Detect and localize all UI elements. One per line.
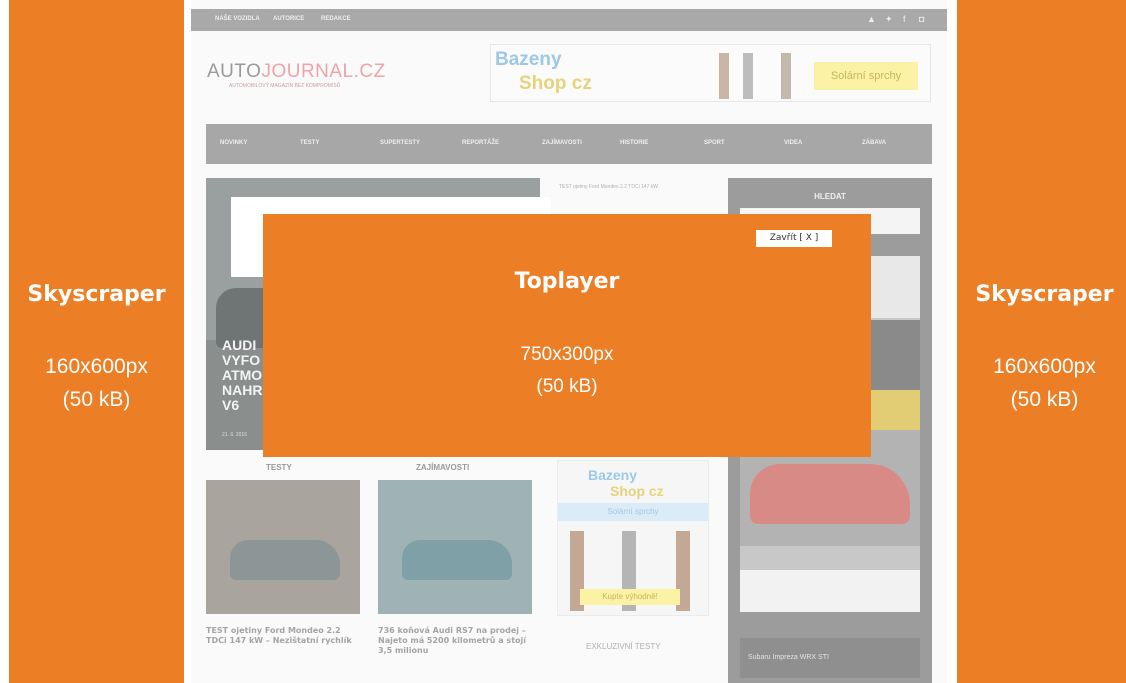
red-car-image — [750, 464, 910, 524]
left-skyscraper-title: Skyscraper — [27, 282, 166, 307]
nav-videa[interactable]: VIDEA — [784, 140, 802, 146]
left-skyscraper-size: 160x600px — [45, 355, 148, 378]
hero-meta: 21. 6. 2016 — [222, 432, 248, 438]
main-nav: NOVINKY TESTY SUPERTESTY REPORTÁŽE ZAJÍM… — [206, 124, 932, 164]
exclusive-tests-heading: EXKLUZIVNÍ TESTY — [586, 642, 661, 651]
car-image — [230, 540, 340, 580]
mid-banner-ad[interactable]: Bazeny Shop cz Solární sprchy Kupte výho… — [557, 460, 709, 616]
article-title-audi[interactable]: 736 koňová Audi RS7 na prodej – Najeto m… — [378, 626, 528, 656]
banner-brand-bottom: Shop cz — [519, 73, 592, 94]
toplayer-title: Toplayer — [514, 269, 620, 294]
right-skyscraper-weight: (50 kB) — [1010, 388, 1079, 411]
left-skyscraper-ad[interactable]: Skyscraper 160x600px (50 kB) — [9, 0, 184, 683]
shower-image — [719, 53, 729, 99]
topbar-link-redakce[interactable]: REDAKCE — [321, 16, 351, 22]
left-skyscraper-weight: (50 kB) — [62, 388, 131, 411]
article-thumb-audi[interactable] — [378, 480, 532, 614]
mid-top-article[interactable]: TEST ojetiny Ford Mondeo 2.2 TDCi 147 kW — [559, 184, 719, 190]
hero-headline: AUDI VYFO ATMO NAHR V6 — [222, 337, 263, 413]
twitter-icon[interactable]: ✦ — [885, 14, 893, 25]
nav-novinky[interactable]: NOVINKY — [220, 140, 247, 146]
instagram-icon[interactable]: ◘ — [919, 14, 924, 24]
right-skyscraper-size: 160x600px — [993, 355, 1096, 378]
sidebar-footer-item[interactable]: Subaru Impreza WRX STI — [740, 638, 920, 678]
mid-ad-brand-bottom: Shop cz — [610, 483, 664, 499]
close-button[interactable]: Zavřít [ X ] — [756, 230, 832, 247]
sidebar-ad-footer-logo — [740, 570, 920, 612]
nav-testy[interactable]: TESTY — [300, 140, 319, 146]
facebook-icon[interactable]: f — [903, 14, 906, 24]
nav-zajimavosti[interactable]: ZAJÍMAVOSTI — [542, 140, 582, 146]
article-title-mondeo[interactable]: TEST ojetiny Ford Mondeo 2.2 TDCi 147 kW… — [206, 626, 356, 646]
nav-reportaze[interactable]: REPORTÁŽE — [462, 140, 499, 146]
logo-tagline: AUTOMOBILOVÝ MAGAZÍN BEZ KOMPROMISŮ — [229, 83, 341, 89]
article-thumb-mondeo[interactable] — [206, 480, 360, 614]
section-zajimavosti: ZAJÍMAVOSTI — [416, 463, 470, 472]
topbar-link-autorice[interactable]: AUTORICE — [273, 16, 304, 22]
top-bar: NAŠE VOZIDLA AUTORICE REDAKCE ▲ ✦ f ◘ — [191, 9, 947, 31]
search-title: HLEDAT — [814, 192, 846, 201]
logo-main-text: AUTO — [207, 61, 262, 82]
car-image — [402, 540, 512, 580]
shower-image — [781, 53, 791, 99]
header-banner-ad[interactable]: Bazeny Shop cz Solární sprchy — [490, 44, 931, 102]
youtube-icon[interactable]: ▲ — [867, 14, 876, 24]
page: Skyscraper 160x600px (50 kB) NAŠE VOZIDL… — [0, 0, 1126, 683]
toplayer-size: 750x300px — [520, 344, 614, 365]
nav-historie[interactable]: HISTORIE — [620, 140, 648, 146]
banner-brand-top: Bazeny — [495, 49, 562, 70]
banner-cta: Solární sprchy — [814, 62, 918, 90]
toplayer-weight: (50 kB) — [536, 376, 598, 397]
nav-sport[interactable]: SPORT — [704, 140, 725, 146]
nav-zabava[interactable]: ZÁBAVA — [862, 140, 886, 146]
logo-accent-text: JOURNAL.CZ — [261, 61, 386, 82]
right-skyscraper-title: Skyscraper — [975, 282, 1114, 307]
site-logo[interactable]: AUTOJOURNAL.CZ — [207, 61, 386, 83]
mid-ad-bar: Solární sprchy — [558, 503, 708, 521]
toplayer-ad[interactable]: Zavřít [ X ] Toplayer 750x300px (50 kB) — [263, 214, 871, 457]
right-skyscraper-ad[interactable]: Skyscraper 160x600px (50 kB) — [957, 0, 1126, 683]
mid-ad-brand-top: Bazeny — [588, 467, 638, 483]
nav-supertesty[interactable]: SUPERTESTY — [380, 140, 420, 146]
mid-ad-cta: Kupte výhodně! — [580, 589, 680, 605]
section-testy: TESTY — [266, 463, 292, 472]
topbar-link-vozidla[interactable]: NAŠE VOZIDLA — [215, 16, 260, 22]
shower-image — [743, 53, 753, 99]
